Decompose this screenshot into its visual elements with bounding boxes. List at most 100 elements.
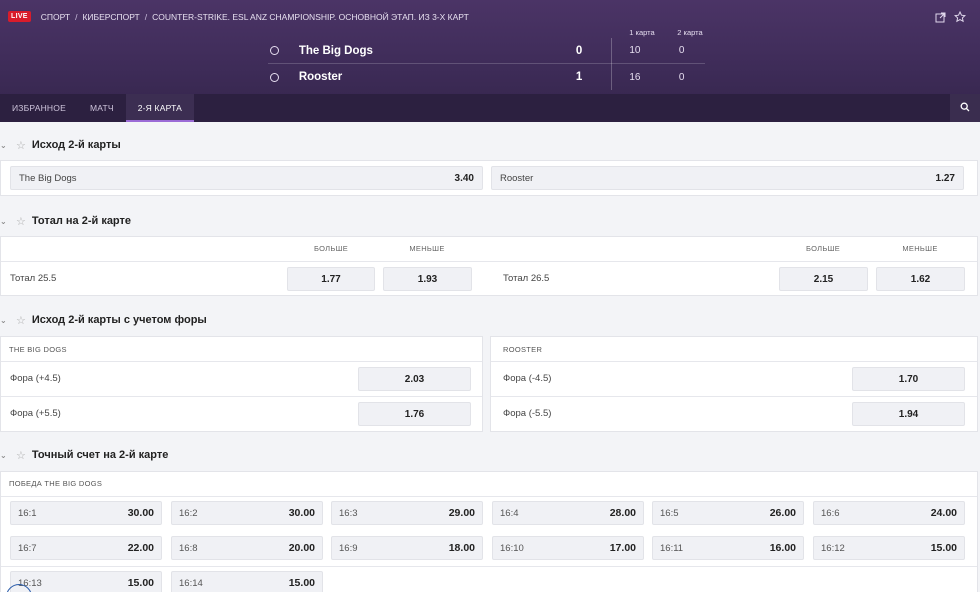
score-odd: 15.00 [288,577,315,589]
odd-value: 1.77 [321,273,341,285]
score-odd: 28.00 [609,507,636,519]
odd-value: 1.62 [910,273,931,285]
total-row-label: Тотал 25.5 [10,273,57,284]
star-icon[interactable]: ☆ [16,215,26,228]
odd-button[interactable]: 1.94 [852,402,965,426]
team-total-score: 1 [575,71,583,83]
divider [1,396,482,397]
odd-value: 1.94 [898,408,919,420]
score-odd: 15.00 [127,577,154,589]
divider [1,566,977,567]
odd-value: 1.70 [898,373,919,385]
map-column-heads: 1 карта 2 карта [618,28,714,37]
market-handicap-header[interactable]: ⌄ ☆ Исход 2-й карты с учетом форы [0,312,207,328]
divider [491,361,977,362]
score-label: 16:8 [179,542,198,554]
market-tabs: ИЗБРАННОЕ МАТЧ 2-Я КАРТА [0,94,980,122]
handicap-team-head: ROOSTER [503,345,543,354]
breadcrumb-separator: / [144,11,148,22]
exact-score-button[interactable]: 16:12 15.00 [813,536,965,560]
exact-score-button[interactable]: 16:8 20.00 [171,536,323,560]
score-label: 16:2 [179,507,198,519]
external-window-icon[interactable] [934,11,946,23]
score-odd: 26.00 [769,507,796,519]
handicap-card-home: THE BIG DOGS Фора (+4.5) 2.03 Фора (+5.5… [0,336,483,432]
live-badge: LIVE [8,11,31,22]
tab-map2[interactable]: 2-Я КАРТА [125,94,195,122]
breadcrumb-sport[interactable]: СПОРТ [41,12,70,22]
tab-match[interactable]: МАТЧ [78,94,126,122]
exact-score-button[interactable]: 16:4 28.00 [492,501,644,525]
total-row-label: Тотал 26.5 [503,273,550,284]
team-name: The Big Dogs [298,44,373,57]
odd-button[interactable]: 2.03 [358,367,471,391]
odd-button[interactable]: The Big Dogs 3.40 [10,166,483,190]
score-odd: 30.00 [288,507,315,519]
exact-score-button[interactable]: 16:13 15.00 [10,571,162,592]
exact-score-button[interactable]: 16:9 18.00 [331,536,483,560]
exact-score-group-head: ПОБЕДА THE BIG DOGS [9,479,103,488]
star-icon[interactable] [954,11,966,23]
score-odd: 17.00 [609,542,636,554]
map2-head: 2 карта [677,28,703,37]
breadcrumb-tournament[interactable]: COUNTER-STRIKE. ESL ANZ CHAMPIONSHIP. ОС… [152,12,469,22]
team-total-score: 0 [575,44,583,57]
divider [1,261,977,262]
search-button[interactable] [950,94,980,122]
odd-button[interactable]: 1.62 [876,267,965,291]
exact-score-button[interactable]: 16:14 15.00 [171,571,323,592]
exact-score-button[interactable]: 16:10 17.00 [492,536,644,560]
score-label: 16:13 [18,577,42,589]
score-label: 16:5 [660,507,679,519]
exact-score-button[interactable]: 16:2 30.00 [171,501,323,525]
odd-button[interactable]: 1.77 [287,267,375,291]
score-odd: 16.00 [769,542,796,554]
odd-value: 2.03 [404,373,425,385]
score-label: 16:6 [821,507,840,519]
breadcrumb-esports[interactable]: КИБЕРСПОРТ [82,12,139,22]
market-title: Тотал на 2-й карте [31,215,132,227]
match-header: LIVE СПОРТ / КИБЕРСПОРТ / COUNTER-STRIKE… [0,0,980,122]
odd-button[interactable]: 1.70 [852,367,965,391]
odd-value: 2.15 [813,273,834,285]
handicap-team-head: THE BIG DOGS [9,345,67,354]
team-indicator-icon [270,46,279,55]
market-total-header[interactable]: ⌄ ☆ Тотал на 2-й карте [0,213,131,229]
star-icon[interactable]: ☆ [16,314,26,327]
market-total-card: БОЛЬШЕ МЕНЬШЕ БОЛЬШЕ МЕНЬШЕ Тотал 25.5 1… [0,236,978,296]
handicap-row-label: Фора (-4.5) [503,373,552,384]
market-title: Точный счет на 2-й карте [31,449,169,461]
team-map2-score: 0 [678,45,685,56]
chevron-down-icon: ⌄ [0,450,7,460]
exact-score-button[interactable]: 16:7 22.00 [10,536,162,560]
odd-value: 1.27 [935,172,955,184]
odd-label: Rooster [500,172,534,184]
map1-head: 1 карта [629,28,655,37]
odd-button[interactable]: 1.93 [383,267,472,291]
exact-score-button[interactable]: 16:5 26.00 [652,501,804,525]
team-name: Rooster [298,71,343,83]
market-exact-score-header[interactable]: ⌄ ☆ Точный счет на 2-й карте [0,447,168,463]
odd-button[interactable]: 1.76 [358,402,471,426]
exact-score-button[interactable]: 16:6 24.00 [813,501,965,525]
star-icon[interactable]: ☆ [16,139,26,152]
team-map1-score: 10 [629,45,641,56]
score-odd: 20.00 [288,542,315,554]
over-column-head: БОЛЬШЕ [313,244,349,253]
exact-score-button[interactable]: 16:11 16.00 [652,536,804,560]
search-icon [960,102,970,115]
exact-score-button[interactable]: 16:1 30.00 [10,501,162,525]
score-odd: 30.00 [127,507,154,519]
market-outcome-card: The Big Dogs 3.40 Rooster 1.27 [0,160,978,196]
odd-button[interactable]: 2.15 [779,267,868,291]
tab-favorites[interactable]: ИЗБРАННОЕ [0,94,78,122]
score-label: 16:3 [339,507,358,519]
odd-button[interactable]: Rooster 1.27 [491,166,964,190]
market-outcome-header[interactable]: ⌄ ☆ Исход 2-й карты [0,137,121,153]
score-label: 16:9 [339,542,358,554]
score-odd: 22.00 [127,542,154,554]
team-map1-score: 16 [629,71,641,83]
star-icon[interactable]: ☆ [16,449,26,462]
odd-label: The Big Dogs [19,172,77,184]
exact-score-button[interactable]: 16:3 29.00 [331,501,483,525]
